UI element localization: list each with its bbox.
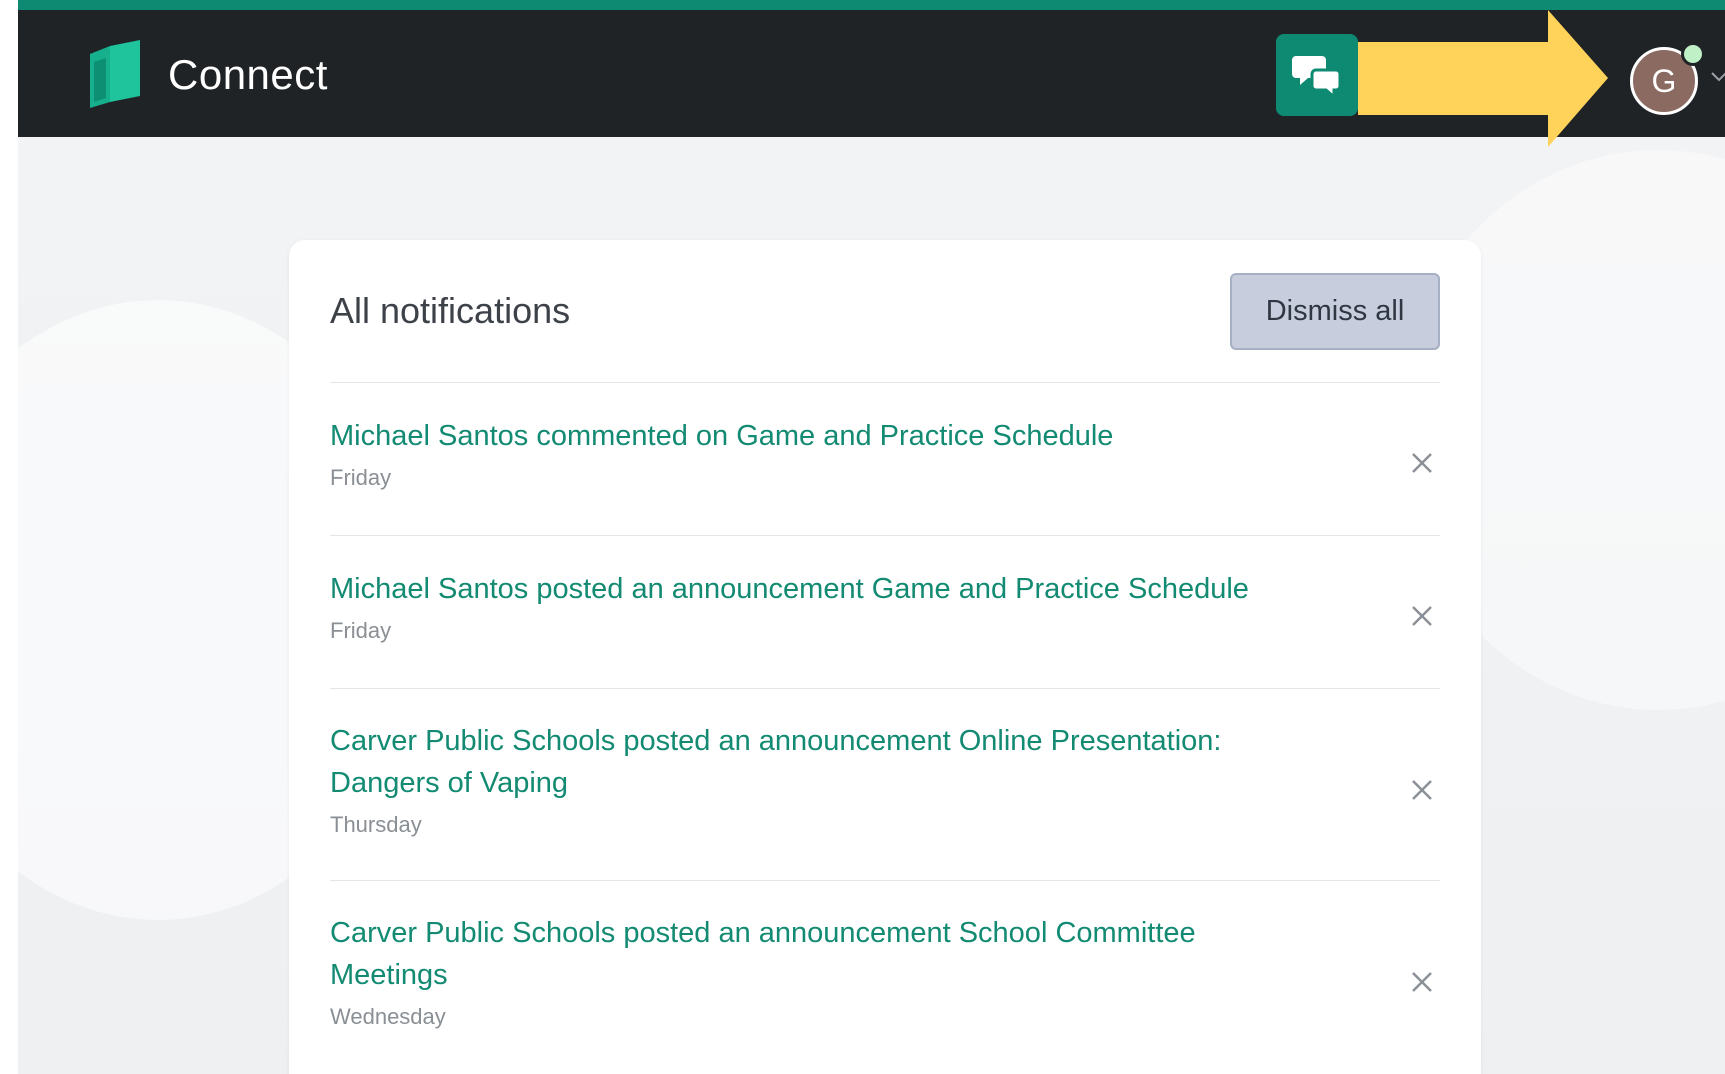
app-name: Connect [168, 51, 328, 98]
notification-item[interactable]: Carver Public Schools posted an announce… [330, 912, 1440, 1030]
highlight-arrow-icon [1358, 10, 1608, 147]
divider [330, 382, 1440, 383]
chat-bubbles-icon [1292, 56, 1342, 98]
notification-item[interactable]: Michael Santos commented on Game and Pra… [330, 415, 1440, 491]
notification-item[interactable]: Michael Santos posted an announcement Ga… [330, 568, 1440, 644]
divider [330, 688, 1440, 689]
notification-text[interactable]: Carver Public Schools posted an announce… [330, 912, 1290, 996]
notification-item[interactable]: Carver Public Schools posted an announce… [330, 720, 1440, 838]
dismiss-all-button[interactable]: Dismiss all [1230, 273, 1440, 350]
avatar-initial: G [1651, 62, 1677, 99]
close-icon[interactable] [1404, 772, 1440, 808]
chevron-down-icon[interactable] [1710, 70, 1725, 84]
app-window: Connect G All notifications Dismiss all … [18, 0, 1725, 1074]
notification-time: Friday [330, 618, 392, 643]
brand[interactable]: Connect [84, 40, 328, 110]
chat-button[interactable] [1276, 34, 1358, 116]
close-icon[interactable] [1404, 964, 1440, 1000]
notification-text[interactable]: Carver Public Schools posted an announce… [330, 720, 1290, 804]
divider [330, 535, 1440, 536]
close-icon[interactable] [1404, 598, 1440, 634]
divider [330, 880, 1440, 881]
book-logo-icon [90, 40, 140, 108]
online-status-indicator [1681, 42, 1705, 66]
notification-time: Thursday [330, 812, 422, 837]
notification-text[interactable]: Michael Santos posted an announcement Ga… [330, 568, 1340, 610]
panel-title: All notifications [330, 290, 571, 331]
notification-text[interactable]: Michael Santos commented on Game and Pra… [330, 415, 1290, 457]
notification-time: Wednesday [330, 1004, 446, 1029]
notifications-panel: All notifications Dismiss all Michael Sa… [289, 240, 1481, 1074]
notification-time: Friday [330, 465, 392, 490]
top-navigation-bar: Connect G [18, 0, 1725, 147]
close-icon[interactable] [1404, 445, 1440, 481]
